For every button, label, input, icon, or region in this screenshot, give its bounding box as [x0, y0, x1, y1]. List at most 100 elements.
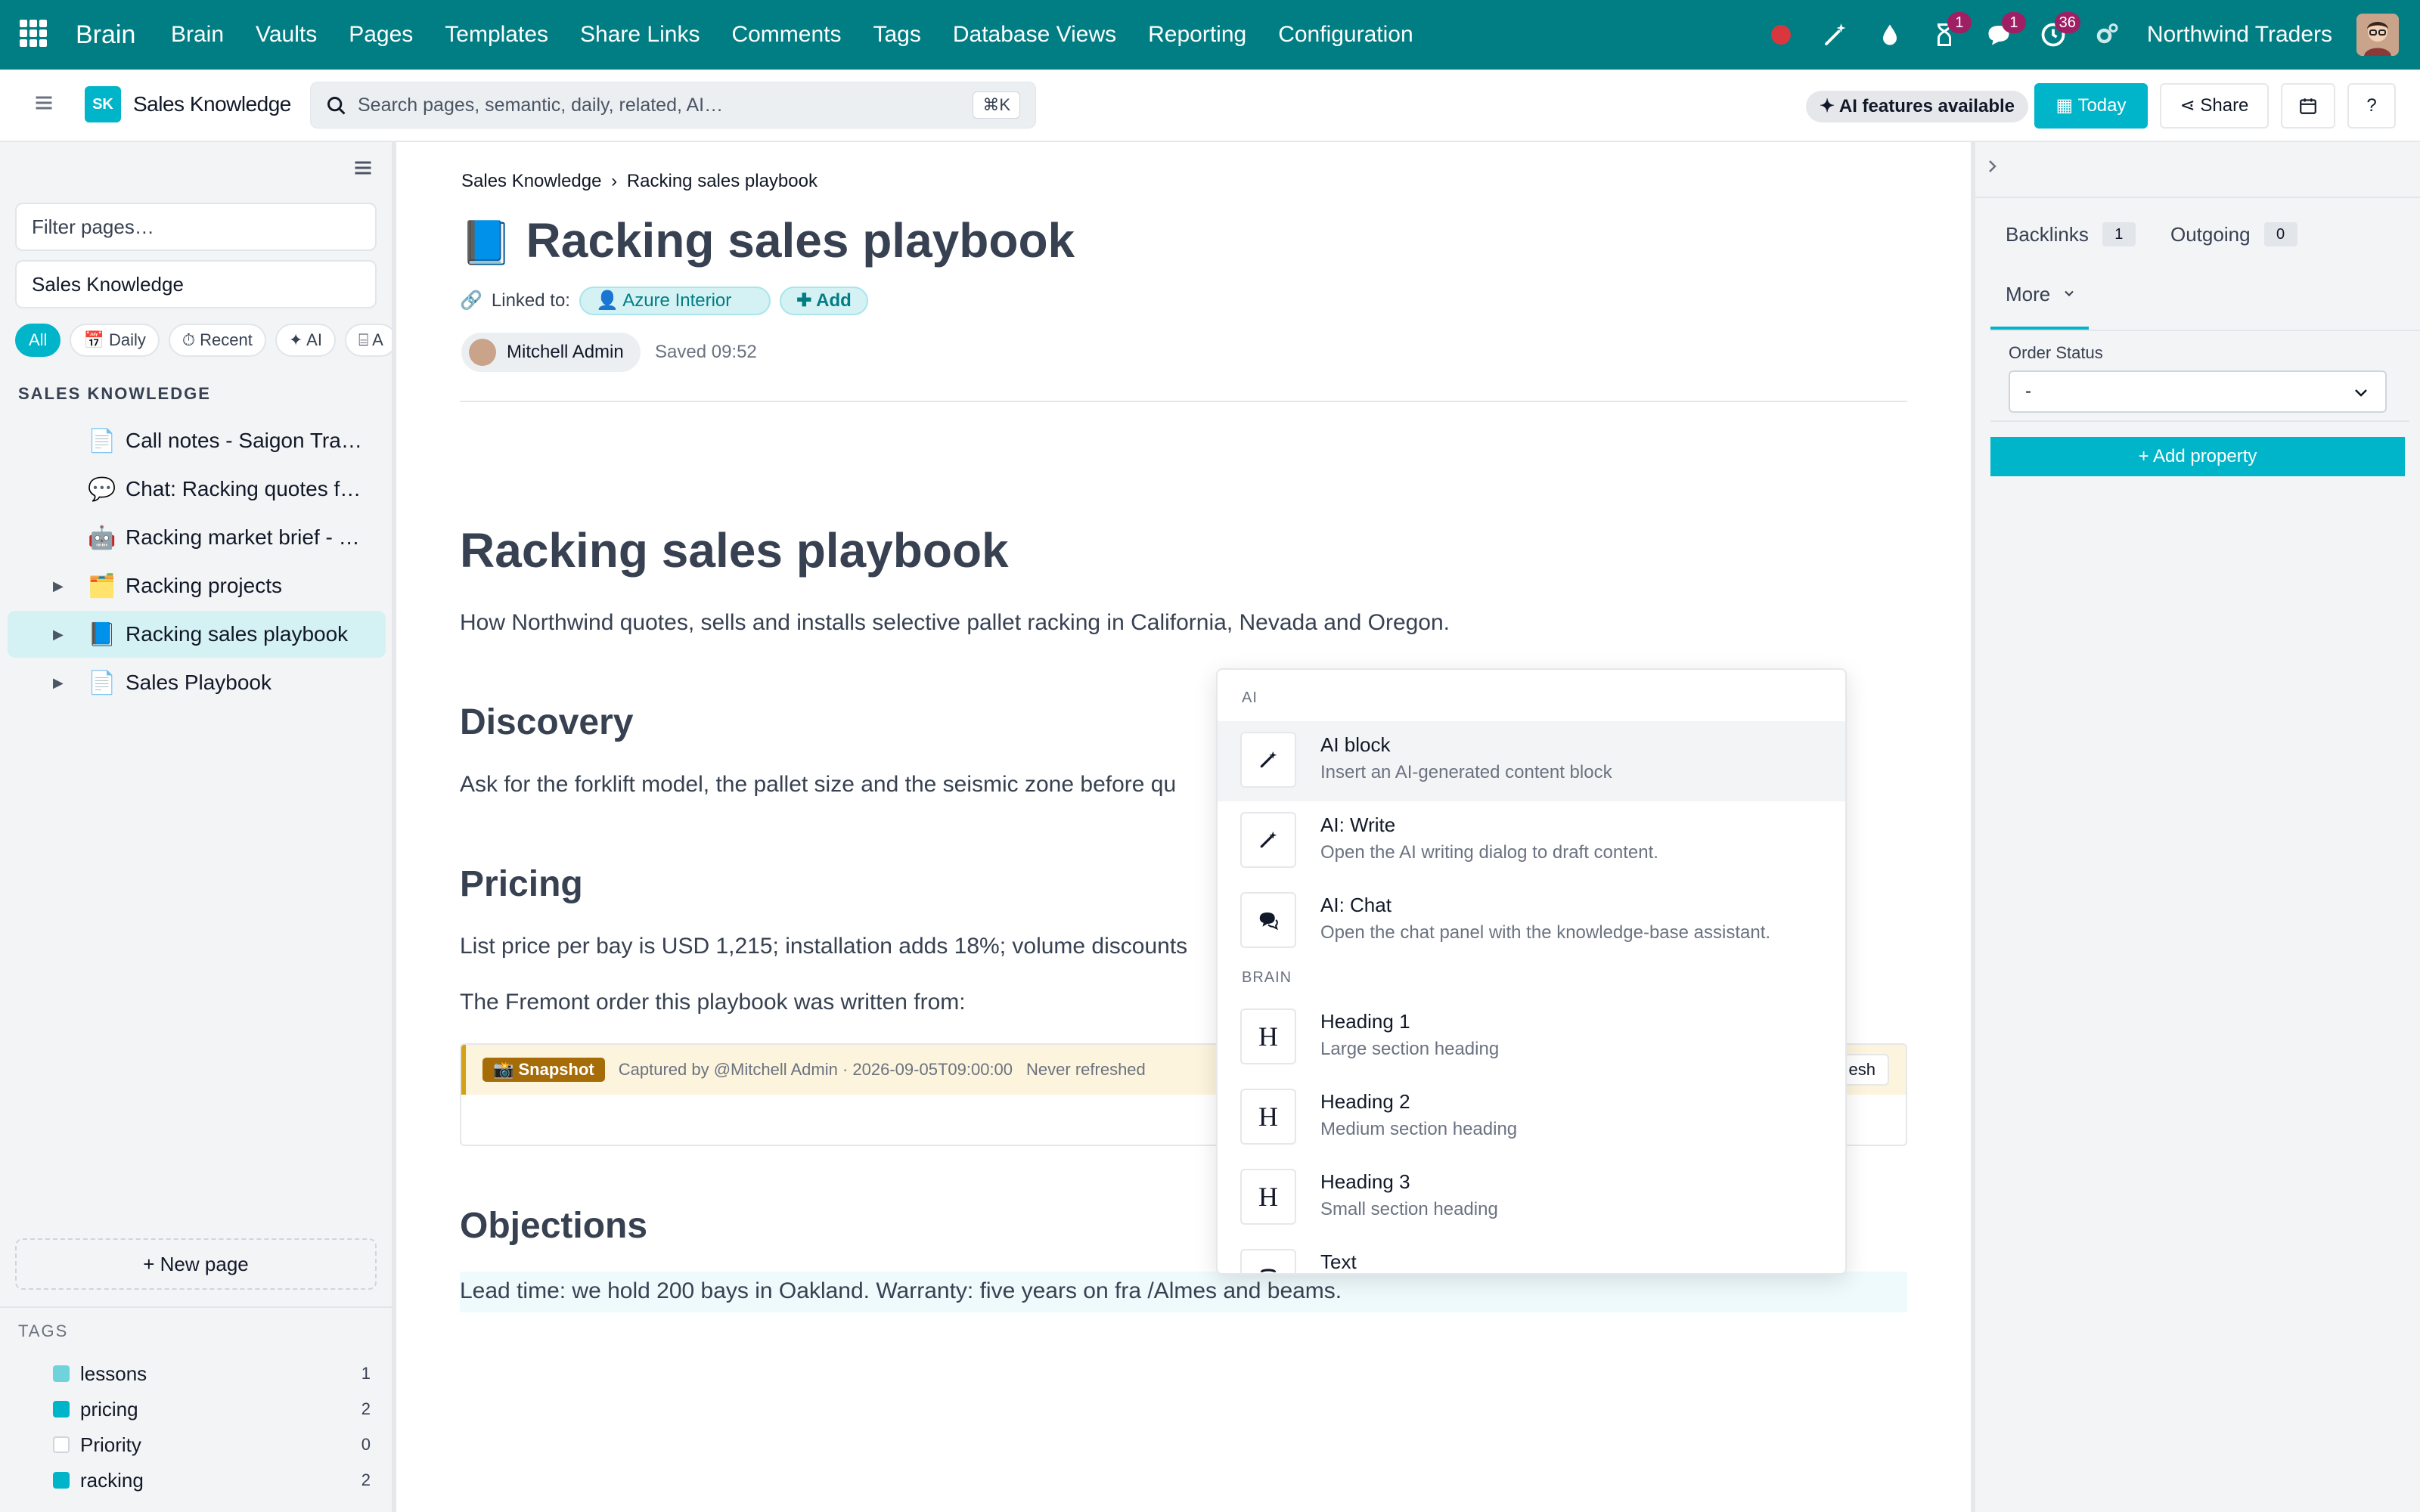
clock-badge: 36 [2054, 12, 2080, 33]
command-desc: Open the AI writing dialog to draft cont… [1320, 842, 1658, 863]
command-ai-block[interactable]: AI block Insert an AI-generated content … [1218, 721, 1845, 801]
chip-ai[interactable]: ✦ AI [275, 324, 336, 357]
person-icon: 👤 [595, 290, 623, 311]
chip-archive[interactable]: ⌸ A [344, 324, 392, 357]
intro-paragraph[interactable]: How Northwind quotes, sells and installs… [460, 606, 1450, 640]
command-desc: Large section heading [1320, 1039, 1500, 1059]
search-input[interactable] [358, 90, 948, 120]
objections-heading[interactable]: Objections [460, 1204, 647, 1249]
menu-pages[interactable]: Pages [349, 18, 413, 51]
pricing-paragraph[interactable]: List price per bay is USD 1,215; install… [460, 930, 1187, 963]
linked-partner-pill[interactable]: 👤 Azure Interior [579, 287, 771, 315]
section-title: SALES KNOWLEDGE [18, 384, 211, 403]
tree-item-label: Chat: Racking quotes for… [126, 477, 368, 500]
book-icon[interactable]: 📘 [460, 218, 513, 266]
chip-daily[interactable]: 📅 Daily [70, 324, 160, 357]
saved-status: Saved 09:52 [655, 342, 757, 362]
order-status-select[interactable]: - [2009, 370, 2387, 413]
share-button[interactable]: ⋖ Share [2160, 83, 2269, 129]
menu-reporting[interactable]: Reporting [1148, 18, 1246, 51]
tag-row[interactable]: racking 2 [53, 1463, 371, 1498]
messages-icon[interactable]: 1 [1984, 12, 2026, 50]
calendar-button[interactable] [2281, 83, 2335, 129]
app-brand[interactable]: Brain [76, 18, 135, 51]
discovery-paragraph[interactable]: Ask for the forklift model, the pallet s… [460, 768, 1176, 801]
hourglass-icon[interactable]: 1 [1929, 12, 1972, 50]
tree-item[interactable]: 💬 Chat: Racking quotes for… [8, 466, 386, 513]
filter-pages-input[interactable] [15, 203, 377, 251]
page-title[interactable]: 📘 Racking sales playbook [460, 210, 1075, 273]
body-heading-1[interactable]: Racking sales playbook [460, 520, 1009, 581]
tab-outgoing[interactable]: Outgoing 0 [2170, 222, 2297, 246]
menu-templates[interactable]: Templates [445, 18, 548, 51]
vault-name[interactable]: Sales Knowledge [133, 89, 291, 119]
tree-item-active[interactable]: ▶ 📘 Racking sales playbook [8, 611, 386, 658]
slash-command-menu: AI AI block Insert an AI-generated conte… [1216, 668, 1847, 1275]
apps-grid-icon[interactable] [20, 20, 47, 47]
tag-name: lessons [80, 1362, 147, 1385]
divider [1990, 420, 2409, 422]
tree-item[interactable]: ▶ 🗂️ Racking projects [8, 562, 386, 609]
tree-item-label: Sales Playbook [126, 671, 272, 694]
command-title: Heading 2 [1320, 1090, 1410, 1113]
chip-all[interactable]: All [15, 324, 61, 357]
command-heading-3[interactable]: H Heading 3 Small section heading [1218, 1158, 1845, 1238]
menu-tags[interactable]: Tags [873, 18, 921, 51]
tab-backlinks[interactable]: Backlinks 1 [2006, 222, 2136, 246]
menu-section-ai: AI [1242, 689, 1258, 706]
clock-icon[interactable]: 36 [2038, 12, 2080, 50]
menu-configuration[interactable]: Configuration [1278, 18, 1413, 51]
pricing-heading[interactable]: Pricing [460, 862, 583, 907]
tree-item[interactable]: ▶ 📄 Sales Playbook [8, 659, 386, 706]
fremont-paragraph[interactable]: The Fremont order this playbook was writ… [460, 986, 966, 1019]
company-switcher[interactable]: Northwind Traders [2147, 20, 2332, 50]
command-ai-write[interactable]: AI: Write Open the AI writing dialog to … [1218, 801, 1845, 881]
page-title-text[interactable]: Racking sales playbook [526, 213, 1075, 268]
today-button[interactable]: ▦ Today [2034, 83, 2148, 129]
new-page-button[interactable]: + New page [15, 1238, 377, 1290]
menu-share-links[interactable]: Share Links [580, 18, 700, 51]
chevron-right-icon[interactable] [1983, 157, 2001, 175]
vault-select[interactable] [15, 260, 377, 308]
tree-item[interactable]: 📄 Call notes - Saigon Tradi… [8, 417, 386, 464]
help-button[interactable]: ? [2347, 83, 2396, 129]
hamburger-icon[interactable] [33, 92, 54, 113]
menu-vaults[interactable]: Vaults [256, 18, 317, 51]
drop-icon[interactable] [1875, 20, 1905, 50]
command-heading-2[interactable]: H Heading 2 Medium section heading [1218, 1078, 1845, 1158]
command-heading-1[interactable]: H Heading 1 Large section heading [1218, 998, 1845, 1078]
search-icon [327, 97, 346, 115]
user-avatar[interactable] [2356, 14, 2399, 56]
command-title: Heading 1 [1320, 1010, 1410, 1033]
command-ai-chat[interactable]: AI: Chat Open the chat panel with the kn… [1218, 881, 1845, 962]
tree-item-label: Racking market brief - Se… [126, 525, 368, 549]
add-property-button[interactable]: + Add property [1990, 437, 2405, 476]
magic-wand-icon[interactable] [1820, 20, 1851, 50]
expand-caret-icon[interactable]: ▶ [53, 675, 88, 691]
expand-caret-icon[interactable]: ▶ [53, 578, 88, 594]
menu-comments[interactable]: Comments [731, 18, 841, 51]
tab-more[interactable]: More [2006, 283, 2077, 306]
menu-brain[interactable]: Brain [171, 18, 224, 51]
breadcrumb-root[interactable]: Sales Knowledge [461, 171, 601, 191]
objections-paragraph[interactable]: Lead time: we hold 200 bays in Oakland. … [460, 1275, 1342, 1308]
recording-dot-icon[interactable] [1766, 20, 1796, 50]
list-toggle-icon[interactable] [352, 157, 374, 178]
tree-item[interactable]: 🤖 Racking market brief - Se… [8, 514, 386, 561]
ai-features-badge[interactable]: ✦ AI features available [1806, 91, 2028, 122]
discovery-heading[interactable]: Discovery [460, 700, 633, 745]
vault-toolbar: SK Sales Knowledge ⌘K ✦ AI features avai… [0, 70, 2420, 142]
tag-row[interactable]: pricing 2 [53, 1392, 371, 1427]
settings-gears-icon[interactable] [2093, 20, 2123, 50]
author-chip[interactable]: Mitchell Admin [461, 333, 641, 372]
add-link-button[interactable]: ✚ Add [780, 287, 868, 315]
expand-caret-icon[interactable]: ▶ [53, 627, 88, 643]
chip-recent[interactable]: ⏱ Recent [168, 324, 266, 357]
tree-item-label: Call notes - Saigon Tradi… [126, 429, 368, 452]
command-text[interactable]: Text [1218, 1238, 1845, 1273]
menu-database-views[interactable]: Database Views [953, 18, 1116, 51]
search-box: ⌘K [310, 82, 1036, 129]
tag-row[interactable]: Priority 0 [53, 1427, 371, 1462]
tag-row[interactable]: lessons 1 [53, 1356, 371, 1391]
heading-icon: H [1240, 1089, 1296, 1145]
